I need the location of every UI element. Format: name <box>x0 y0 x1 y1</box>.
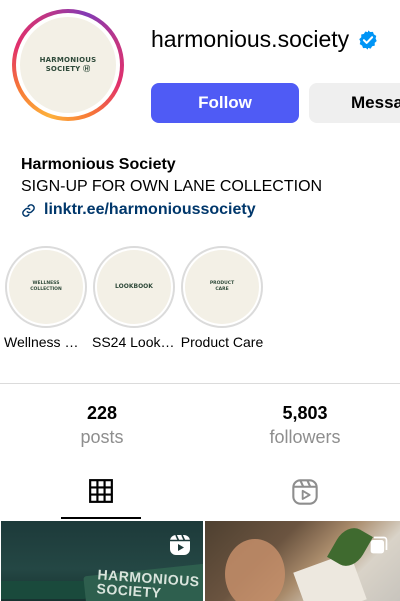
avatar-gap: HARMONIOUS SOCIETY Ⓗ <box>16 13 120 117</box>
avatar[interactable]: HARMONIOUS SOCIETY Ⓗ <box>20 17 116 113</box>
highlight-label: Wellness Collection <box>4 334 88 350</box>
highlight-item[interactable]: PRODUCT CARE Product Care <box>180 246 264 350</box>
carousel-icon <box>370 536 388 554</box>
grid-icon <box>89 479 113 503</box>
verified-badge-icon <box>359 29 377 50</box>
posts-label: posts <box>80 427 124 447</box>
username: harmonious.society <box>151 26 350 52</box>
link-icon <box>22 203 35 217</box>
followers-stat[interactable]: 5,803 followers <box>255 402 355 450</box>
highlight-item[interactable]: LOOKBOOK SS24 Lookbook <box>92 246 176 350</box>
avatar-logo-line1: HARMONIOUS <box>39 56 97 64</box>
followers-count[interactable]: 5,803 <box>255 402 355 424</box>
posts-count: 228 <box>86 403 118 423</box>
bio-text: SIGN-UP FOR OWN LANE COLLECTION <box>21 178 323 195</box>
tab-grid[interactable] <box>61 472 141 519</box>
highlight-label: SS24 Lookbook <box>92 334 176 350</box>
bio-link-text[interactable]: linktr.ee/harmonioussociety <box>44 199 256 221</box>
highlight-cover-text: COLLECTION <box>30 287 62 292</box>
highlight-cover-text: LOOKBOOK <box>115 283 153 290</box>
reels-icon <box>170 534 190 555</box>
highlight-ring[interactable]: PRODUCT CARE <box>181 246 263 328</box>
highlight-ring[interactable]: LOOKBOOK <box>93 246 175 328</box>
post-tile[interactable]: HARMONIOUS SOCIETY <box>1 521 203 601</box>
post-image-detail <box>1 581 91 599</box>
post-overlay-text: HARMONIOUS SOCIETY <box>96 566 201 601</box>
highlight-cover-text: CARE <box>215 287 229 292</box>
highlight-ring[interactable]: WELLNESS COLLECTION <box>5 246 87 328</box>
highlight-item[interactable]: WELLNESS COLLECTION Wellness Collection <box>4 246 88 350</box>
bio-name: Harmonious Society <box>21 156 176 173</box>
bio-link[interactable]: linktr.ee/harmonioussociety <box>21 199 391 221</box>
highlight-label: Product Care <box>180 334 264 350</box>
tab-reels[interactable] <box>265 472 345 519</box>
highlight-cover: WELLNESS COLLECTION <box>9 250 83 324</box>
highlight-cover: LOOKBOOK <box>97 250 171 324</box>
divider <box>0 383 400 384</box>
reels-icon <box>292 479 318 505</box>
avatar-logo-line2: SOCIETY Ⓗ <box>46 65 91 74</box>
profile-avatar-ring[interactable]: HARMONIOUS SOCIETY Ⓗ <box>12 9 124 121</box>
story-highlights: WELLNESS COLLECTION Wellness Collection … <box>4 246 264 350</box>
posts-stat: 228 posts <box>72 402 132 450</box>
bio: Harmonious Society SIGN-UP FOR OWN LANE … <box>21 155 391 221</box>
message-button[interactable]: Message <box>309 83 400 123</box>
follow-button[interactable]: Follow <box>151 83 299 123</box>
username-row: harmonious.society <box>151 26 379 53</box>
highlight-cover: PRODUCT CARE <box>185 250 259 324</box>
post-image-detail <box>225 539 285 601</box>
avatar-logo-mark: Ⓗ <box>83 65 91 73</box>
followers-label[interactable]: followers <box>255 424 355 450</box>
post-tile[interactable] <box>205 521 400 601</box>
avatar-logo-text: SOCIETY <box>45 65 81 73</box>
